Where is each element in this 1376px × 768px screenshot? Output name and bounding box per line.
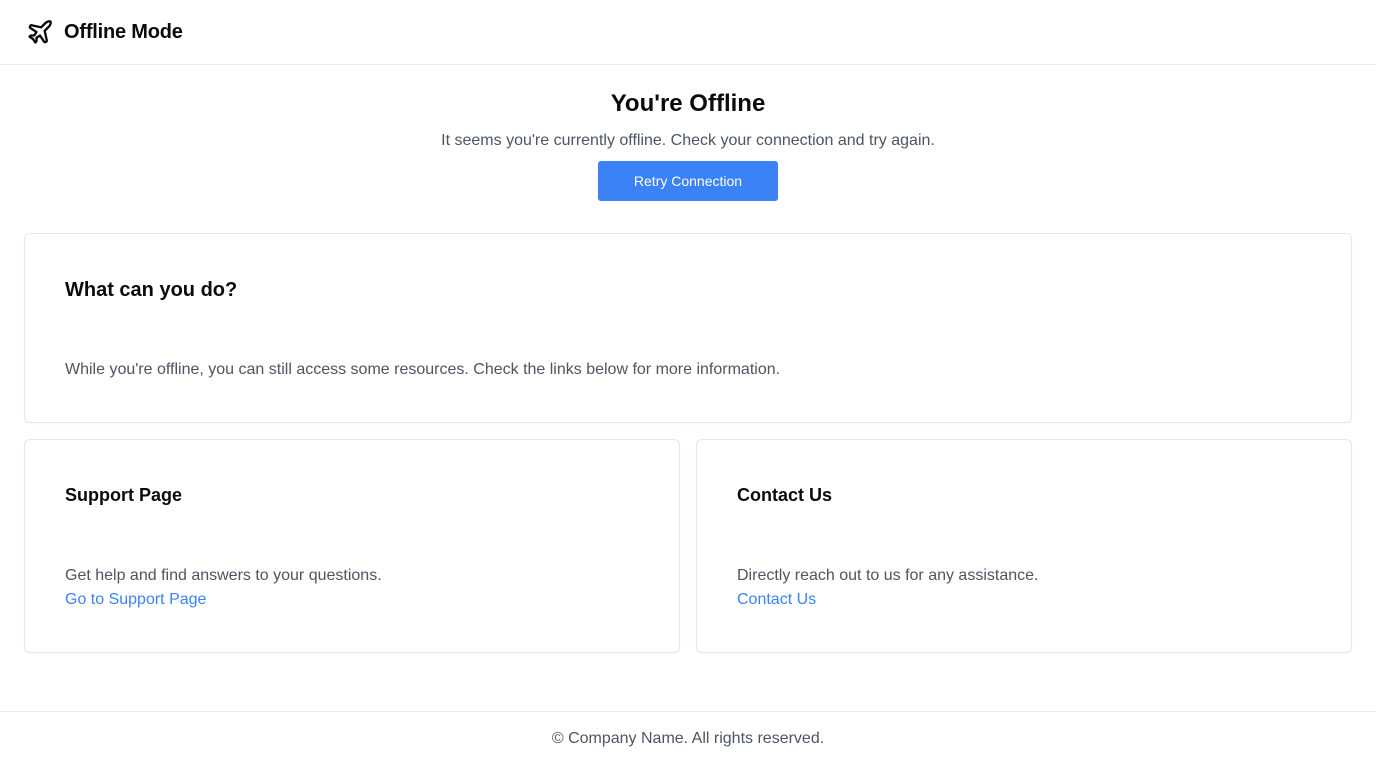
info-card-title: What can you do? bbox=[65, 279, 238, 301]
contact-card: Contact Us Directly reach out to us for … bbox=[696, 439, 1352, 653]
retry-connection-button[interactable]: Retry Connection bbox=[598, 161, 778, 201]
offline-hero: You're Offline It seems you're currently… bbox=[0, 88, 1376, 152]
contact-card-title: Contact Us bbox=[737, 485, 833, 505]
contact-card-description: Directly reach out to us for any assista… bbox=[737, 567, 1039, 584]
support-card-description: Get help and find answers to your questi… bbox=[65, 567, 382, 584]
offline-message: It seems you're currently offline. Check… bbox=[441, 132, 935, 149]
copyright-text: © Company Name. All rights reserved. bbox=[551, 730, 825, 747]
app-title: Offline Mode bbox=[64, 20, 183, 43]
info-card-description: While you're offline, you can still acce… bbox=[65, 361, 781, 378]
support-card-title: Support Page bbox=[65, 485, 183, 505]
airplane-icon bbox=[25, 17, 55, 47]
contact-us-link[interactable]: Contact Us bbox=[737, 589, 816, 611]
top-header: Offline Mode bbox=[0, 0, 1376, 65]
page-footer: © Company Name. All rights reserved. bbox=[0, 711, 1376, 768]
page-title: You're Offline bbox=[610, 90, 766, 117]
info-card: What can you do? While you're offline, y… bbox=[24, 233, 1352, 423]
support-card: Support Page Get help and find answers t… bbox=[24, 439, 680, 653]
support-page-link[interactable]: Go to Support Page bbox=[65, 589, 206, 611]
